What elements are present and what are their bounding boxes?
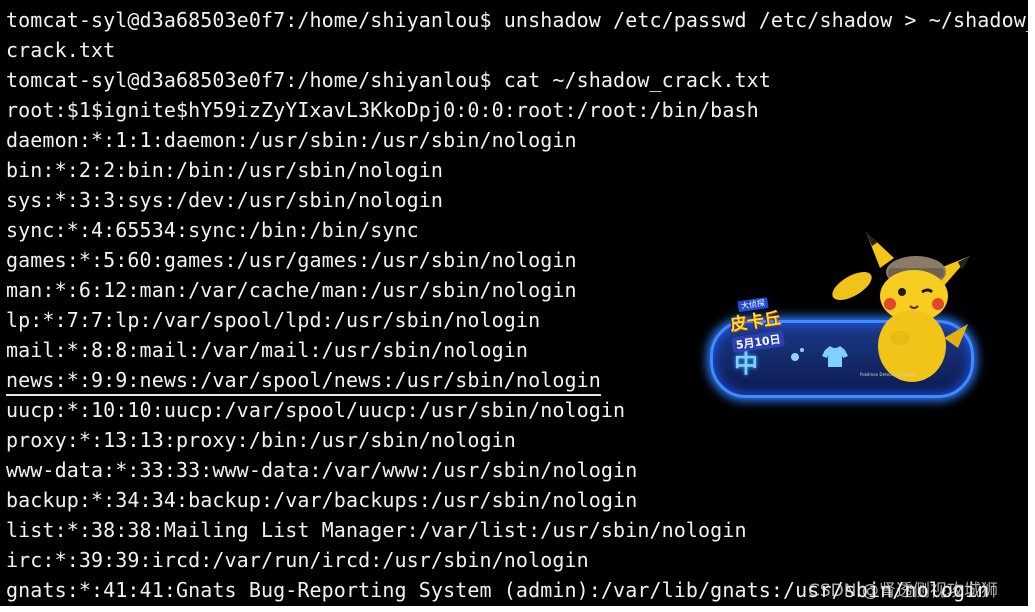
terminal-line: daemon:*:1:1:daemon:/usr/sbin:/usr/sbin/…	[6, 125, 1028, 155]
terminal-line-text: daemon:*:1:1:daemon:/usr/sbin:/usr/sbin/…	[6, 128, 577, 152]
terminal-line-text: sys:*:3:3:sys:/dev:/usr/sbin/nologin	[6, 188, 444, 212]
terminal-line: proxy:*:13:13:proxy:/bin:/usr/sbin/nolog…	[6, 425, 1028, 455]
widget-language-char[interactable]: 中	[734, 344, 758, 379]
terminal-line: tomcat-syl@d3a68503e0f7:/home/shiyanlou$…	[6, 5, 1028, 35]
terminal-line-text: bin:*:2:2:bin:/bin:/usr/sbin/nologin	[6, 158, 444, 182]
terminal-line: backup:*:34:34:backup:/var/backups:/usr/…	[6, 485, 1028, 515]
terminal-line-text: list:*:38:38:Mailing List Manager:/var/l…	[6, 518, 747, 542]
terminal-line-text: mail:*:8:8:mail:/var/mail:/usr/sbin/nolo…	[6, 338, 529, 362]
movie-badge: 大侦探 皮卡丘 5月10日	[721, 290, 789, 354]
terminal-line-text: tomcat-syl@d3a68503e0f7:/home/shiyanlou$…	[6, 68, 771, 92]
terminal-line-text: sync:*:4:65534:sync:/bin:/bin/sync	[6, 218, 419, 242]
terminal-line: www-data:*:33:33:www-data:/var/www:/usr/…	[6, 455, 1028, 485]
terminal-line: irc:*:39:39:ircd:/var/run/ircd:/usr/sbin…	[6, 545, 1028, 575]
terminal-line-text: news:*:9:9:news:/var/spool/news:/usr/sbi…	[6, 368, 601, 396]
terminal-line: tomcat-syl@d3a68503e0f7:/home/shiyanlou$…	[6, 65, 1028, 95]
tshirt-icon[interactable]	[822, 344, 848, 368]
widget-fine-print: Pokémon Detective Pikachu	[860, 372, 916, 377]
terminal-line-text: backup:*:34:34:backup:/var/backups:/usr/…	[6, 488, 638, 512]
terminal-line-text: games:*:5:60:games:/usr/games:/usr/sbin/…	[6, 248, 577, 272]
floating-ad-widget[interactable]: 大侦探 皮卡丘 5月10日 中 Pokémon Detective Pikach…	[710, 228, 974, 400]
terminal-line-text: tomcat-syl@d3a68503e0f7:/home/shiyanlou$…	[6, 8, 1028, 32]
moon-dot-icon[interactable]	[788, 346, 806, 364]
terminal-line-text: irc:*:39:39:ircd:/var/run/ircd:/usr/sbin…	[6, 548, 589, 572]
terminal-line: bin:*:2:2:bin:/bin:/usr/sbin/nologin	[6, 155, 1028, 185]
terminal-line-text: proxy:*:13:13:proxy:/bin:/usr/sbin/nolog…	[6, 428, 516, 452]
terminal-line: crack.txt	[6, 35, 1028, 65]
terminal-window[interactable]: tomcat-syl@d3a68503e0f7:/home/shiyanlou$…	[0, 0, 1028, 606]
terminal-line-text: crack.txt	[6, 38, 116, 62]
terminal-line: root:$1$ignite$hY59izZyYIxavL3KkoDpj0:0:…	[6, 95, 1028, 125]
terminal-line-text: lp:*:7:7:lp:/var/spool/lpd:/usr/sbin/nol…	[6, 308, 541, 332]
terminal-line-text: www-data:*:33:33:www-data:/var/www:/usr/…	[6, 458, 638, 482]
terminal-line: list:*:38:38:Mailing List Manager:/var/l…	[6, 515, 1028, 545]
csdn-watermark: CSDN @肾透侧视攻城狮	[808, 581, 998, 601]
terminal-line-text: man:*:6:12:man:/var/cache/man:/usr/sbin/…	[6, 278, 577, 302]
terminal-line-text: root:$1$ignite$hY59izZyYIxavL3KkoDpj0:0:…	[6, 98, 759, 122]
terminal-line: sys:*:3:3:sys:/dev:/usr/sbin/nologin	[6, 185, 1028, 215]
terminal-line-text: uucp:*:10:10:uucp:/var/spool/uucp:/usr/s…	[6, 398, 626, 422]
